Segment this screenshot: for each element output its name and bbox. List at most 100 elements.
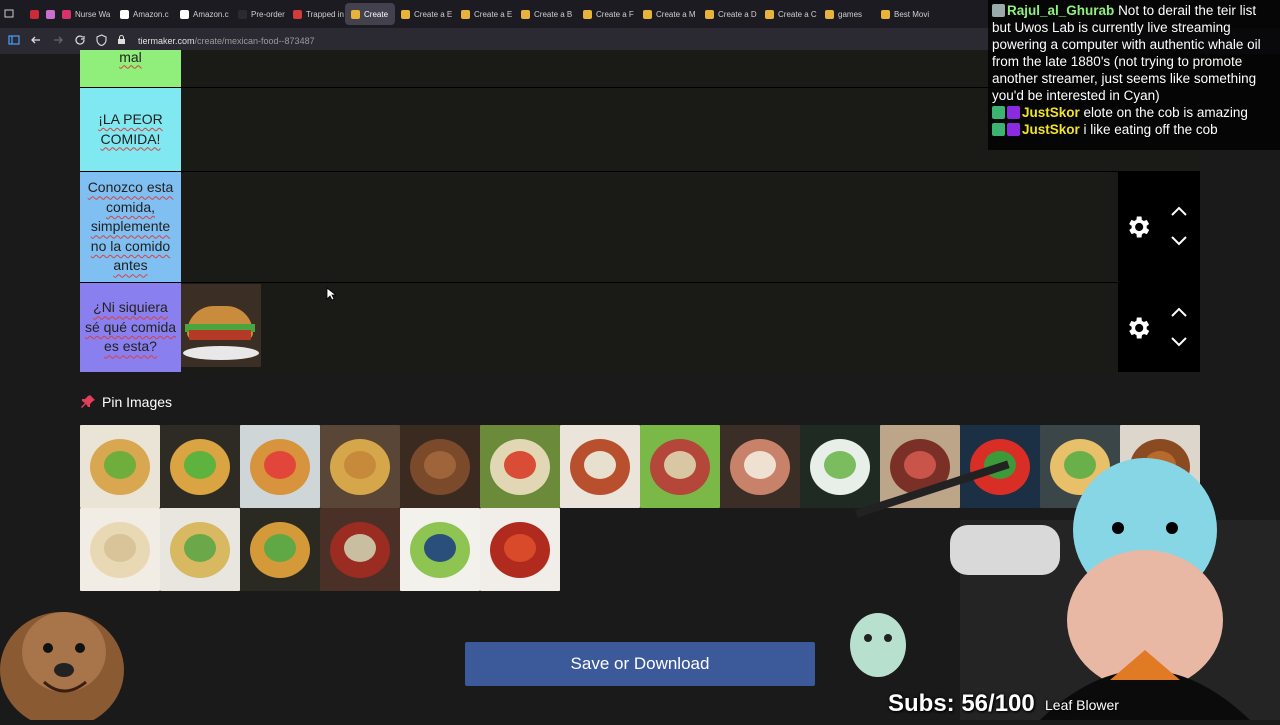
- tab-label: Best Movi: [894, 9, 930, 19]
- tab-favicon-icon: [521, 9, 530, 19]
- food-image-sopa-de-tortilla[interactable]: [560, 425, 640, 508]
- gear-icon[interactable]: [1124, 213, 1152, 241]
- chat-text: elote on the cob is amazing: [1083, 105, 1248, 120]
- tab-label: Create a M: [656, 9, 696, 19]
- browser-tab[interactable]: Create a B: [515, 3, 577, 25]
- chevron-up-icon[interactable]: [1170, 204, 1188, 218]
- tab-favicon-icon: [180, 9, 189, 19]
- food-image-guacamole[interactable]: [400, 508, 480, 591]
- food-image-salsa[interactable]: [480, 508, 560, 591]
- tab-label: games: [838, 9, 863, 19]
- chevron-up-icon[interactable]: [1170, 305, 1188, 319]
- back-icon[interactable]: [30, 34, 42, 49]
- tier-drop-zone[interactable]: [181, 50, 1118, 87]
- tier-drop-zone[interactable]: [181, 88, 1118, 171]
- tier-row: Conozco esta comida, simplemente no la c…: [80, 172, 1200, 283]
- food-image-tostadas[interactable]: [80, 425, 160, 508]
- tab-favicon-icon: [46, 9, 55, 19]
- webcam-overlay: [840, 420, 1280, 720]
- tab-label: Create a D: [718, 9, 757, 19]
- browser-tab[interactable]: Create a E: [395, 3, 455, 25]
- food-image-pozole[interactable]: [320, 508, 400, 591]
- tab-favicon-icon: [120, 9, 129, 19]
- forward-icon[interactable]: [52, 34, 64, 49]
- browser-tab[interactable]: Best Movi: [875, 3, 935, 25]
- chat-badge-icon: [1007, 123, 1020, 136]
- browser-tab[interactable]: Create a E: [455, 3, 515, 25]
- chat-badge-icon: [992, 4, 1005, 17]
- tab-favicon-icon: [238, 9, 247, 19]
- food-image-burrito[interactable]: [480, 425, 560, 508]
- tab-label: Amazon.c: [133, 9, 169, 19]
- browser-tab[interactable]: Pre-order: [232, 3, 287, 25]
- tier-drop-zone[interactable]: [181, 172, 1118, 282]
- sub-goal-label: Leaf Blower: [1045, 697, 1119, 713]
- tab-favicon-icon: [401, 9, 410, 19]
- gear-icon[interactable]: [1124, 314, 1152, 342]
- browser-tab[interactable]: Trapped in: [287, 3, 345, 25]
- tab-favicon-icon: [825, 9, 834, 19]
- chat-text: i like eating off the cob: [1083, 122, 1218, 137]
- browser-tab[interactable]: [24, 3, 40, 25]
- browser-tab[interactable]: [40, 3, 56, 25]
- chat-username: JustSkor: [1022, 105, 1080, 120]
- browser-tab[interactable]: games: [819, 3, 875, 25]
- tier-controls: [1118, 172, 1200, 282]
- tier-controls: [1118, 283, 1200, 372]
- mouse-cursor-icon: [326, 287, 336, 301]
- chat-username: Rajul_al_Ghurab: [1007, 3, 1115, 18]
- tab-favicon-icon: [293, 9, 302, 19]
- food-image-tortillas[interactable]: [80, 508, 160, 591]
- tab-label: Amazon.c: [193, 9, 229, 19]
- tier-label[interactable]: Conozco esta comida, simplemente no la c…: [80, 172, 181, 282]
- chevron-down-icon[interactable]: [1170, 335, 1188, 349]
- chevron-down-icon[interactable]: [1170, 234, 1188, 248]
- food-image-gordita[interactable]: [320, 425, 400, 508]
- tab-list-icon[interactable]: [4, 5, 14, 23]
- tab-favicon-icon: [643, 9, 652, 19]
- tab-favicon-icon: [705, 9, 714, 19]
- food-image-frijoles-charros[interactable]: [640, 425, 720, 508]
- reload-icon[interactable]: [74, 34, 86, 49]
- browser-tab[interactable]: Create a D: [699, 3, 759, 25]
- save-or-download-button[interactable]: Save or Download: [465, 642, 815, 686]
- tier-label[interactable]: ¿Ni siquiera sé qué comida es esta?: [80, 283, 181, 372]
- browser-tab[interactable]: Nurse Wa: [56, 3, 114, 25]
- food-image-carne-asada[interactable]: [720, 425, 800, 508]
- tier-row: ¿Ni siquiera sé qué comida es esta?: [80, 283, 1200, 372]
- chat-overlay: Rajul_al_Ghurab Not to derail the teir l…: [988, 0, 1280, 150]
- tab-label: Create: [364, 9, 389, 19]
- chat-message: Rajul_al_Ghurab Not to derail the teir l…: [992, 2, 1276, 104]
- tier-drop-zone[interactable]: [181, 283, 1118, 372]
- shield-icon[interactable]: [96, 33, 107, 49]
- streamer-mascot-image: [0, 612, 124, 720]
- url-text[interactable]: tiermaker.com/create/mexican-food--87348…: [138, 36, 315, 46]
- browser-tab[interactable]: Amazon.c: [114, 3, 174, 25]
- chat-badge-icon: [992, 123, 1005, 136]
- food-image-tacos[interactable]: [160, 425, 240, 508]
- pushpin-icon: [81, 395, 95, 408]
- browser-tab[interactable]: Create✕: [345, 3, 395, 25]
- lock-icon: [117, 34, 126, 48]
- food-image-flautas[interactable]: [240, 425, 320, 508]
- browser-tab[interactable]: Create a M: [637, 3, 699, 25]
- tab-label: Create a F: [596, 9, 634, 19]
- chat-message: JustSkor elote on the cob is amazing: [992, 104, 1276, 121]
- browser-tab[interactable]: Create a F: [577, 3, 637, 25]
- food-image-carnitas[interactable]: [400, 425, 480, 508]
- sidebar-toggle-icon[interactable]: [8, 34, 20, 49]
- tier-label[interactable]: mal: [80, 49, 181, 87]
- tab-label: Pre-order: [251, 9, 285, 19]
- tier-label[interactable]: ¡LA PEOR COMIDA!: [80, 88, 181, 171]
- food-image-quesadilla[interactable]: [160, 508, 240, 591]
- tab-favicon-icon: [765, 9, 774, 19]
- food-image-sopes[interactable]: [240, 508, 320, 591]
- food-image-torta[interactable]: [181, 284, 261, 367]
- tab-favicon-icon: [583, 9, 592, 19]
- browser-tab[interactable]: Amazon.c: [174, 3, 232, 25]
- tab-label: Create a C: [778, 9, 817, 19]
- pin-images-header[interactable]: Pin Images: [80, 394, 172, 410]
- tab-favicon-icon: [881, 9, 890, 19]
- tab-favicon-icon: [62, 9, 71, 19]
- browser-tab[interactable]: Create a C: [759, 3, 819, 25]
